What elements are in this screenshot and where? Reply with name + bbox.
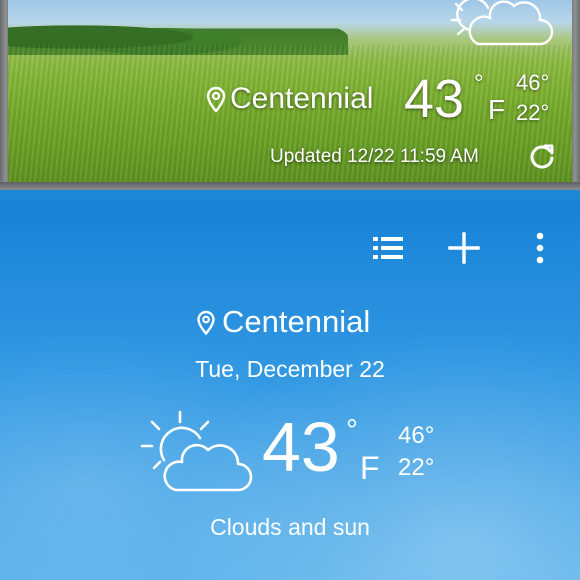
location-pin-icon — [197, 310, 215, 336]
degree-symbol: ° — [346, 414, 358, 447]
city-name[interactable]: Centennial — [222, 304, 370, 340]
current-date: Tue, December 22 — [195, 356, 385, 382]
widget-temperature: 43 — [404, 69, 465, 129]
widget-degree-symbol: ° — [474, 70, 484, 97]
refresh-icon[interactable] — [528, 142, 556, 170]
weather-condition: Clouds and sun — [210, 514, 370, 540]
more-options-icon[interactable] — [522, 230, 558, 266]
partly-cloudy-icon — [140, 410, 253, 492]
list-icon[interactable] — [370, 230, 406, 266]
high-temperature: 46° — [398, 422, 435, 449]
low-temperature: 22° — [398, 454, 435, 481]
location-pin-icon — [206, 86, 226, 113]
widget-low-temp: 22° — [516, 100, 550, 125]
temperature-unit: F — [360, 450, 380, 486]
widget-bottom-edge — [0, 182, 580, 190]
current-temperature: 43 — [262, 408, 340, 486]
partly-cloudy-icon — [450, 0, 554, 46]
add-icon[interactable] — [446, 230, 482, 266]
weather-widget[interactable]: Centennial 43 ° F 46° 22° Updated 12/22 … — [0, 0, 580, 190]
widget-updated-time: Updated 12/22 11:59 AM — [270, 146, 479, 167]
weather-app-screen: Centennial Tue, December 22 43 ° F 46° 2… — [0, 200, 580, 580]
widget-unit: F — [488, 94, 506, 125]
widget-high-temp: 46° — [516, 70, 550, 95]
widget-city: Centennial — [230, 82, 374, 115]
